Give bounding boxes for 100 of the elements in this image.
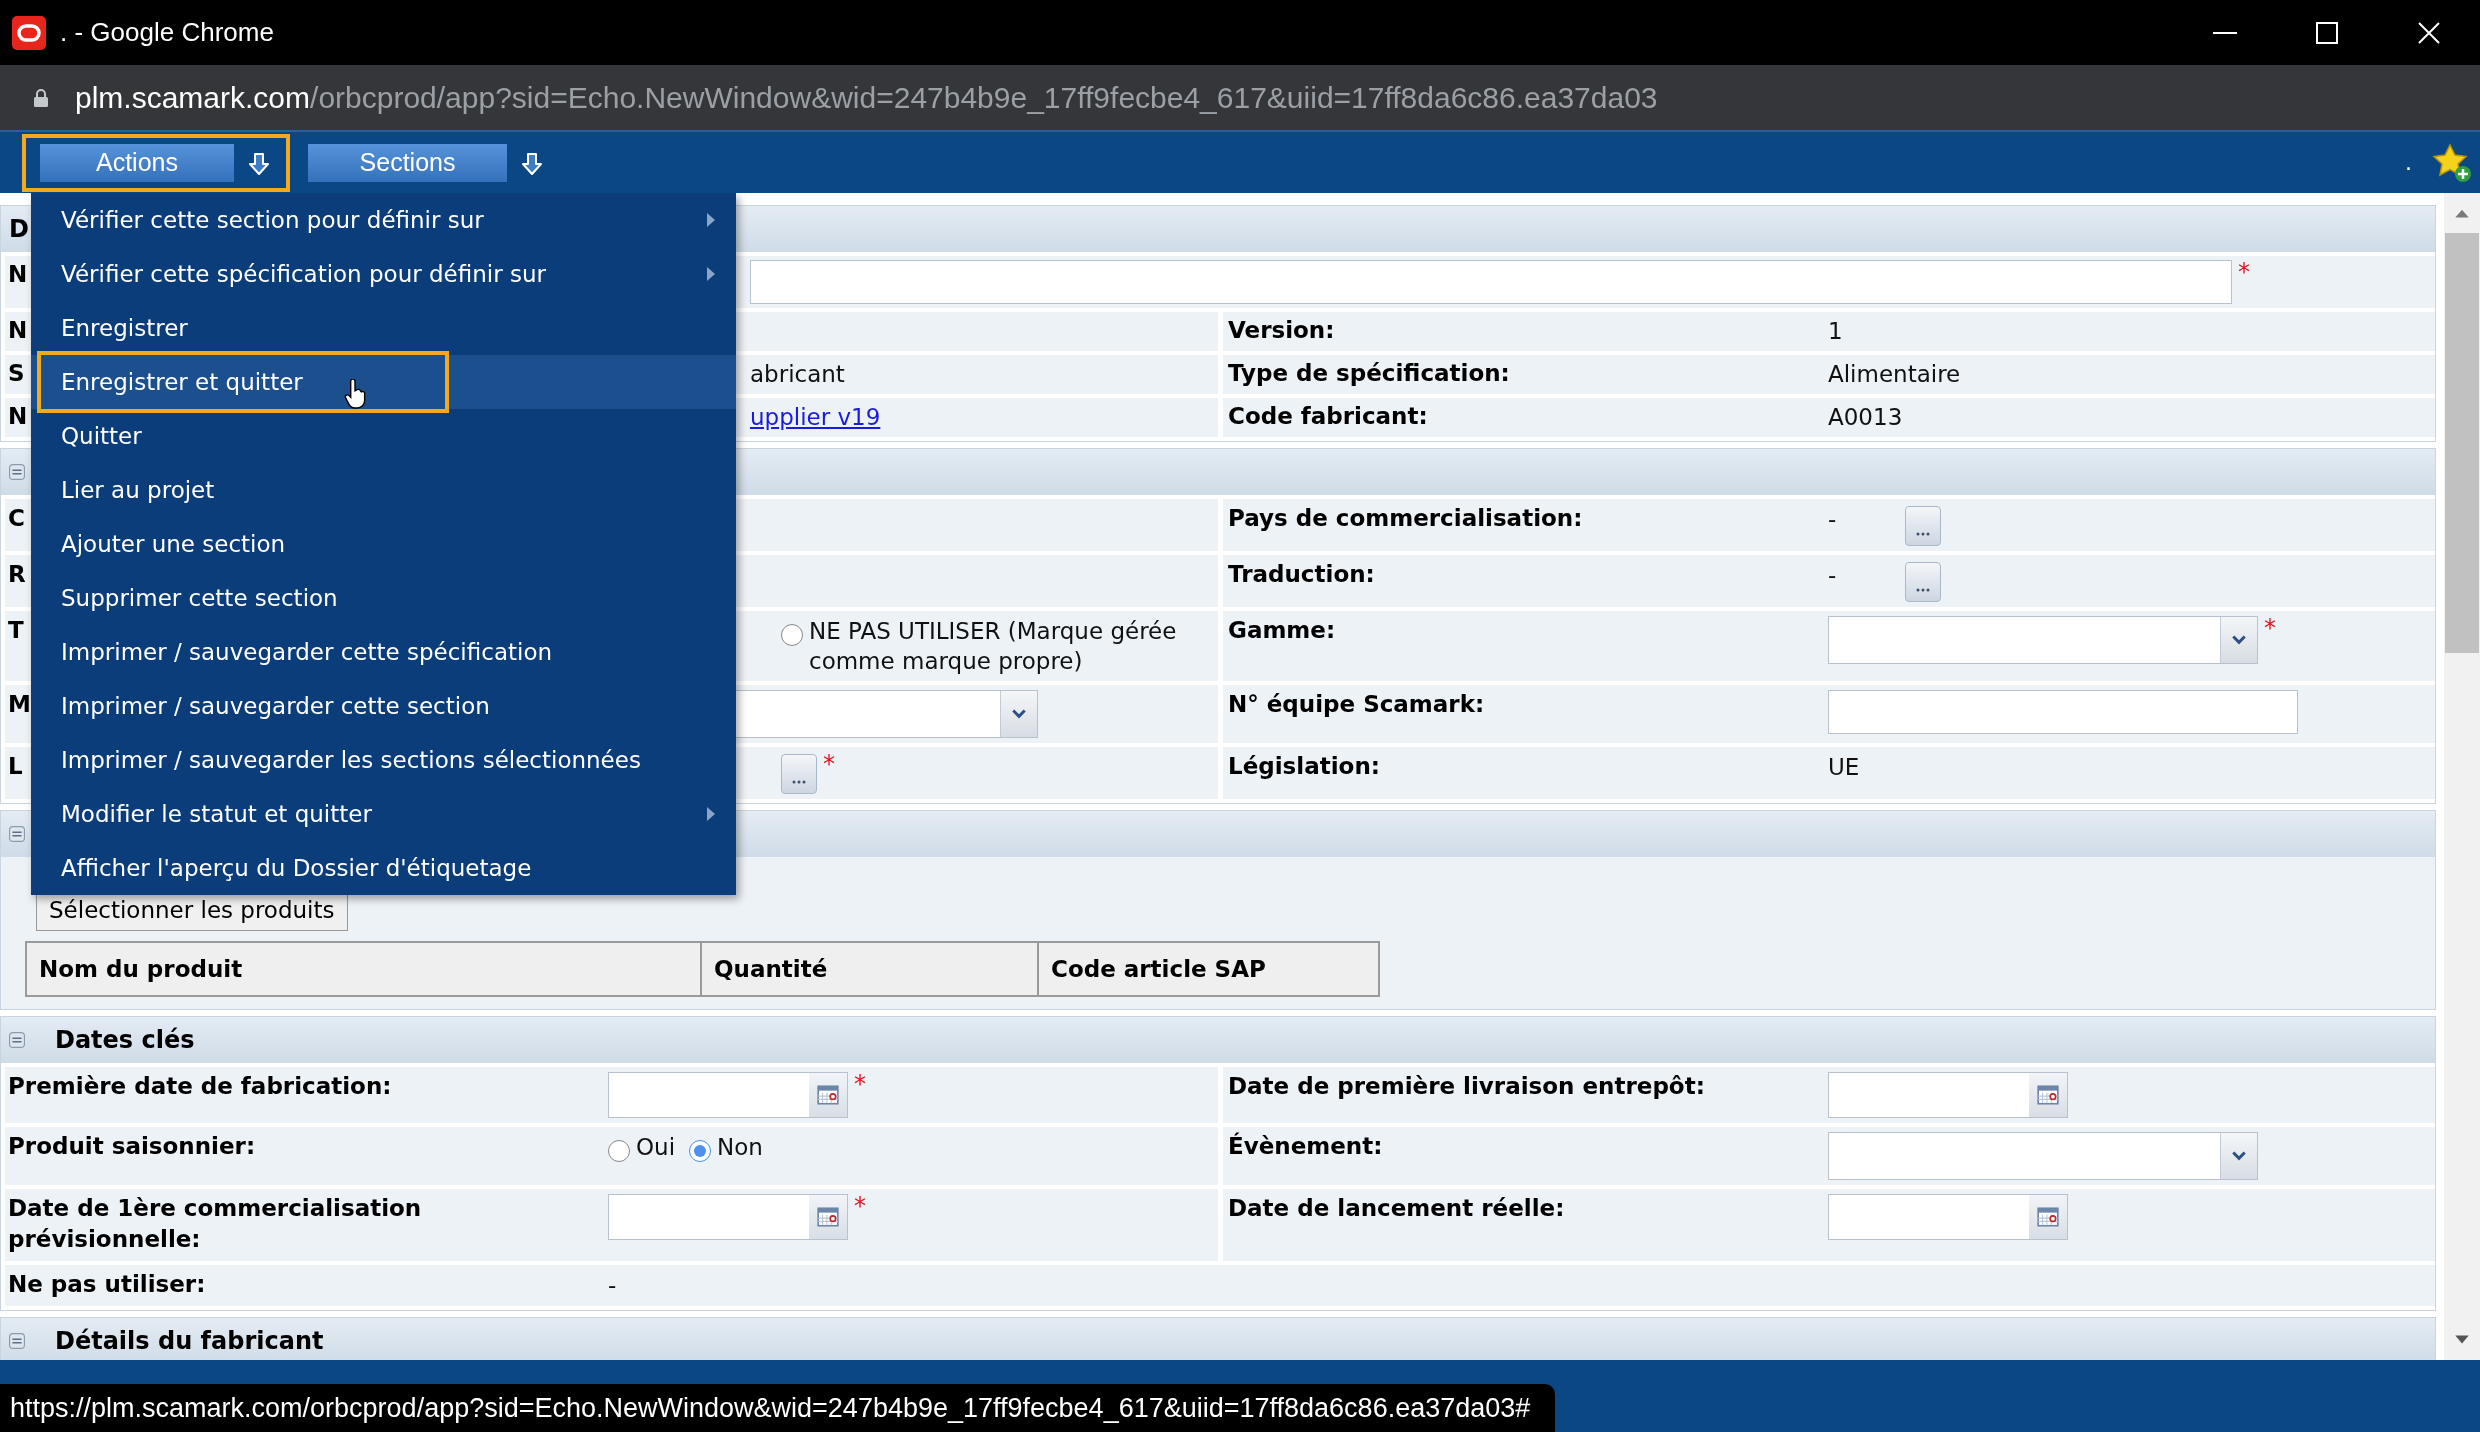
- field-label: Législation:: [1228, 753, 1380, 779]
- date-field[interactable]: [608, 1072, 848, 1118]
- ellipsis-icon: [791, 779, 807, 785]
- date-field[interactable]: [1828, 1072, 2068, 1118]
- section-title: Dates clés: [55, 1026, 195, 1054]
- column-header: Quantité: [702, 943, 1039, 995]
- field-label: N: [8, 261, 28, 287]
- scroll-down-icon[interactable]: [2453, 1334, 2471, 1346]
- scroll-thumb[interactable]: [2445, 233, 2479, 653]
- collapse-icon[interactable]: [9, 1032, 25, 1048]
- window-title: . - Google Chrome: [60, 17, 274, 48]
- collapse-icon[interactable]: [9, 464, 25, 480]
- down-arrow-icon: [521, 150, 543, 177]
- close-icon: [2417, 20, 2441, 45]
- lookup-button[interactable]: [1905, 506, 1941, 546]
- field-label: R: [8, 561, 26, 587]
- value-link[interactable]: upplier v19: [750, 402, 881, 432]
- menu-item[interactable]: Imprimer / sauvegarder les sections sélectionnées: [31, 733, 736, 787]
- field-label: S: [8, 360, 25, 386]
- section-title: Détails du fabricant: [55, 1327, 324, 1355]
- field-label: L: [8, 753, 23, 779]
- menu-item[interactable]: Lier au projet: [31, 463, 736, 517]
- column-header: Code article SAP: [1050, 955, 1267, 984]
- date-field[interactable]: [1828, 1194, 2068, 1240]
- star-add-icon[interactable]: [2432, 142, 2472, 183]
- radio-label: Non: [717, 1133, 763, 1162]
- calendar-icon: [2036, 1205, 2060, 1229]
- minimize-icon: [2213, 31, 2237, 34]
- field-label: Type de spécification:: [1228, 360, 1510, 386]
- menu-item[interactable]: Quitter: [31, 409, 736, 463]
- field-label: Date de lancement réelle:: [1228, 1195, 1565, 1221]
- field-label: Code fabricant:: [1228, 403, 1428, 429]
- radio-label: NE PAS UTILISER (Marque gérée comme marque propre): [809, 617, 1178, 676]
- field-label: Date de 1ère commercialisation prévisionnelle:: [8, 1195, 422, 1252]
- column-header: Nom du produit: [27, 943, 702, 995]
- date-field[interactable]: [608, 1194, 848, 1240]
- required-mark: *: [823, 752, 835, 776]
- field-label: T: [8, 617, 24, 643]
- ellipsis-icon: [1915, 587, 1931, 593]
- menu-item[interactable]: Imprimer / sauvegarder cette spécification: [31, 625, 736, 679]
- field-label: Gamme:: [1228, 617, 1336, 643]
- radio-button[interactable]: [689, 1140, 712, 1162]
- hand-cursor-icon: [344, 379, 366, 409]
- chevron-down-icon: [2231, 634, 2247, 646]
- field-label: Ne pas utiliser:: [8, 1271, 206, 1297]
- field-label: N: [8, 317, 28, 343]
- field-label: Première date de fabrication:: [8, 1073, 392, 1099]
- section-title: D: [9, 215, 29, 243]
- menu-item[interactable]: Supprimer cette section: [31, 571, 736, 625]
- menu-item[interactable]: Vérifier cette section pour définir sur: [31, 193, 736, 247]
- field-value: abricant: [750, 360, 845, 389]
- collapse-icon[interactable]: [9, 1333, 25, 1349]
- radio-label: Oui: [636, 1133, 676, 1162]
- menu-item[interactable]: Vérifier cette spécification pour définir sur: [31, 247, 736, 301]
- lookup-button[interactable]: [1905, 562, 1941, 602]
- radio-button[interactable]: [608, 1140, 630, 1162]
- scrollbar[interactable]: [2444, 193, 2480, 1360]
- field-label: M: [8, 691, 31, 717]
- field-label: N: [8, 403, 28, 429]
- chevron-down-icon: [1011, 708, 1027, 720]
- field-label: Pays de commercialisation:: [1228, 505, 1583, 531]
- field-value: UE: [1828, 753, 1860, 782]
- ellipsis-icon: [1915, 531, 1931, 537]
- field-value: -: [608, 1271, 617, 1300]
- toolbar-text: .: [2405, 150, 2412, 175]
- link-url-tooltip: https://plm.scamark.com/orbcprod/app?sid=Echo.NewWindow&wid=247b4b9e_17ff9fecbe4_617&uiid=17ff8da6c86.ea37da03#: [0, 1384, 1555, 1432]
- scroll-up-icon[interactable]: [2453, 207, 2471, 219]
- lock-icon: [33, 87, 49, 108]
- calendar-icon: [816, 1205, 840, 1229]
- text-field[interactable]: [1828, 690, 2298, 734]
- field-value: -: [1828, 561, 1838, 590]
- toolbar-menu-button[interactable]: Actions: [22, 133, 290, 192]
- collapse-icon[interactable]: [9, 826, 25, 842]
- field-label: N° équipe Scamark:: [1228, 691, 1485, 717]
- lookup-button[interactable]: [781, 754, 817, 794]
- chevron-down-icon: [2231, 1150, 2247, 1162]
- field-label: Date de première livraison entrepôt:: [1228, 1073, 1705, 1099]
- required-mark: *: [854, 1194, 866, 1218]
- required-mark: *: [2238, 260, 2250, 284]
- down-arrow-icon: [248, 150, 270, 177]
- required-mark: *: [2264, 616, 2276, 640]
- menu-item[interactable]: Modifier le statut et quitter: [31, 787, 736, 841]
- text-field[interactable]: [750, 260, 2232, 304]
- maximize-icon: [2315, 20, 2339, 45]
- app-icon: [12, 15, 46, 50]
- calendar-icon: [2036, 1083, 2060, 1107]
- menu-item[interactable]: Ajouter une section: [31, 517, 736, 571]
- menu-item[interactable]: Enregistrer: [31, 301, 736, 355]
- field-label: Évènement:: [1228, 1133, 1383, 1159]
- menu-item[interactable]: Imprimer / sauvegarder cette section: [31, 679, 736, 733]
- radio-button[interactable]: [781, 624, 803, 646]
- field-value: -: [1828, 505, 1838, 534]
- field-value: Alimentaire: [1828, 360, 1961, 389]
- field-value: A0013: [1828, 403, 1903, 432]
- field-value: 1: [1828, 317, 1843, 346]
- field-label: C: [8, 505, 25, 531]
- calendar-icon: [816, 1083, 840, 1107]
- field-label: Produit saisonnier:: [8, 1133, 256, 1159]
- field-label: Version:: [1228, 317, 1335, 343]
- required-mark: *: [854, 1072, 866, 1096]
